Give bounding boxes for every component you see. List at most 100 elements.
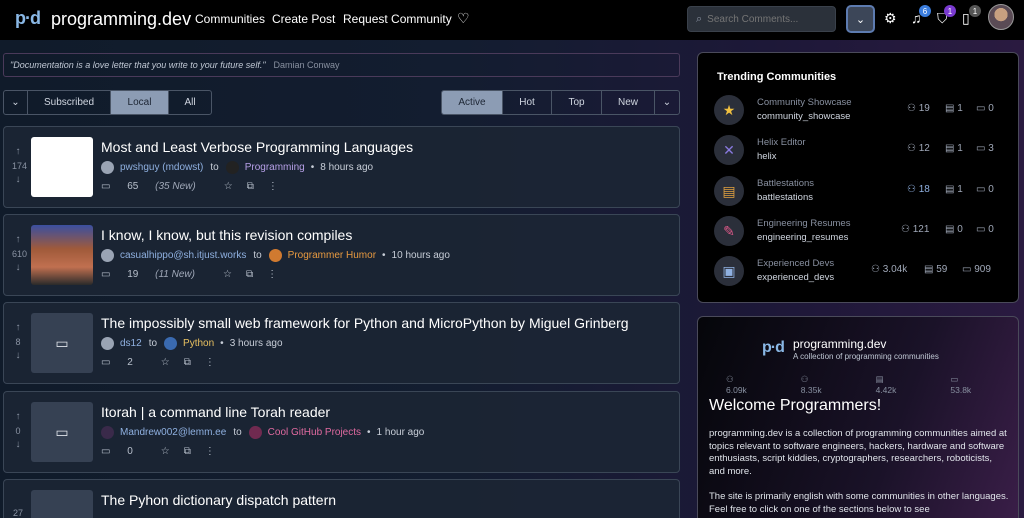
community-icon <box>225 161 239 174</box>
trending-item[interactable]: ✕ Helix Editor helix ⚇ 12 ▤ 1 ▭ 3 <box>714 134 1004 170</box>
sort-active[interactable]: Active <box>442 91 503 114</box>
post-card: ↑ 174 ↓ Most and Least Verbose Programmi… <box>3 126 680 208</box>
community-name[interactable]: Community Showcase <box>757 97 852 108</box>
comments-stat: ▭ 53.8k <box>950 374 972 395</box>
save-star-icon[interactable]: ☆ <box>161 357 170 368</box>
users-stat: ⚇ 6.09k <box>726 374 747 395</box>
comments-link[interactable]: ▭ 2 <box>101 357 147 368</box>
listing-all[interactable]: All <box>169 91 211 114</box>
post-thumbnail[interactable]: ▭ <box>31 313 93 373</box>
comments-link[interactable]: ▭ 19 (11 New) <box>101 269 209 280</box>
post-thumbnail[interactable] <box>31 225 93 285</box>
site-logo[interactable]: p·d <box>15 8 41 29</box>
post-thumbnail[interactable]: ▭ <box>31 402 93 462</box>
crosspost-icon[interactable]: ⧉ <box>247 181 254 192</box>
post-score: 610 <box>12 249 28 259</box>
save-star-icon[interactable]: ☆ <box>161 446 170 457</box>
listing-local[interactable]: Local <box>111 91 169 114</box>
post-author[interactable]: ds12 <box>120 338 142 349</box>
crosspost-icon[interactable]: ⧉ <box>184 446 191 457</box>
more-options-icon[interactable]: ⋮ <box>205 446 215 457</box>
post-community[interactable]: Programmer Humor <box>288 250 376 261</box>
site-name-link[interactable]: programming.dev <box>51 9 191 30</box>
post-community[interactable]: Programming <box>245 162 305 173</box>
sort-top[interactable]: Top <box>552 91 602 114</box>
community-name[interactable]: Experienced Devs <box>757 258 834 269</box>
trending-item[interactable]: ★ Community Showcase community_showcase … <box>714 94 1004 130</box>
posts-count: ▤ 1 <box>945 103 963 114</box>
crosspost-icon[interactable]: ⧉ <box>246 269 253 280</box>
post-title[interactable]: Itorah | a command line Torah reader <box>101 404 330 420</box>
upvote-arrow-icon[interactable]: ↑ <box>12 145 24 159</box>
upvote-arrow-icon[interactable]: ↑ <box>12 233 24 247</box>
reports-badge: 1 <box>944 5 956 17</box>
chevron-down-icon: ⌄ <box>11 97 20 108</box>
helix-icon: ✕ <box>714 135 744 165</box>
save-star-icon[interactable]: ☆ <box>223 269 232 280</box>
post-title[interactable]: The impossibly small web framework for P… <box>101 315 629 331</box>
about-paragraph: The site is primarily english with some … <box>709 491 1009 515</box>
post-title[interactable]: I know, I know, but this revision compil… <box>101 227 352 243</box>
search-dropdown-button[interactable]: ⌄ <box>846 5 875 33</box>
chevron-down-icon: ⌄ <box>855 13 866 26</box>
more-options-icon[interactable]: ⋮ <box>205 357 215 368</box>
about-paragraph: programming.dev is a collection of progr… <box>709 428 1007 477</box>
post-thumbnail[interactable] <box>31 490 93 518</box>
separator-dot: • <box>367 427 371 438</box>
more-options-icon[interactable]: ⋮ <box>268 181 278 192</box>
nav-create-post[interactable]: Create Post <box>272 12 335 26</box>
more-options-icon[interactable]: ⋮ <box>267 269 277 280</box>
post-author[interactable]: casualhippo@sh.itjust.works <box>120 250 246 261</box>
community-name[interactable]: Battlestations <box>757 178 814 189</box>
trending-item[interactable]: ▣ Experienced Devs experienced_devs ⚇ 3.… <box>714 255 1004 291</box>
vote-column: ↑ 174 ↓ <box>12 145 27 187</box>
upvote-arrow-icon[interactable]: ↑ <box>12 321 24 335</box>
community-name[interactable]: Engineering Resumes <box>757 218 850 229</box>
trending-item[interactable]: ▤ Battlestations battlestations ⚇ 18 ▤ 1… <box>714 175 1004 211</box>
crosspost-icon[interactable]: ⧉ <box>184 357 191 368</box>
notifications-badge: 6 <box>919 5 931 17</box>
nav-communities[interactable]: Communities <box>195 12 265 26</box>
post-author[interactable]: pwshguy (mdowst) <box>120 162 203 173</box>
active-users-stat: ⚇ 8.35k <box>800 374 822 395</box>
sort-new[interactable]: New <box>602 91 655 114</box>
posts-count: ▤ 1 <box>945 184 963 195</box>
post-community[interactable]: Cool GitHub Projects <box>268 427 361 438</box>
comments-link[interactable]: ▭ 65 (35 New) <box>101 181 210 192</box>
downvote-arrow-icon[interactable]: ↓ <box>12 173 24 187</box>
community-slug: helix <box>757 151 777 162</box>
post-title[interactable]: Most and Least Verbose Programming Langu… <box>101 139 413 155</box>
settings-gear-icon[interactable]: ⚙ <box>884 10 897 27</box>
downvote-arrow-icon[interactable]: ↓ <box>12 261 24 275</box>
users-count: ⚇ 12 <box>907 143 930 154</box>
community-name[interactable]: Helix Editor <box>757 137 806 148</box>
site-stats: ⚇ 6.09k ⚇ 8.35k ▤ 4.42k ▭ 53.8k ▯ 148 <box>726 374 1024 395</box>
community-slug: experienced_devs <box>757 272 835 283</box>
post-title[interactable]: The Pyhon dictionary dispatch pattern <box>101 492 336 508</box>
search-input[interactable] <box>707 13 818 25</box>
sort-dropdown-button[interactable]: ⌄ <box>655 91 679 114</box>
trending-item[interactable]: ✎ Engineering Resumes engineering_resume… <box>714 215 1004 251</box>
post-time: 10 hours ago <box>391 250 450 261</box>
user-avatar[interactable] <box>988 4 1014 30</box>
nav-request-community[interactable]: Request Community <box>343 12 452 26</box>
site-description: A collection of programming communities <box>793 352 939 361</box>
upvote-arrow-icon[interactable]: ↑ <box>12 410 24 424</box>
chevron-down-icon: ⌄ <box>662 97 672 108</box>
post-meta: Mandrew002@lemm.ee to Cool GitHub Projec… <box>101 426 424 439</box>
post-thumbnail[interactable] <box>31 137 93 197</box>
downvote-arrow-icon[interactable]: ↓ <box>12 438 24 452</box>
comments-count: ▭ 0 <box>976 184 994 195</box>
listing-subscribed[interactable]: Subscribed <box>28 91 111 114</box>
to-label: to <box>233 427 242 438</box>
battlestations-icon: ▤ <box>714 176 744 206</box>
sort-hot[interactable]: Hot <box>503 91 552 114</box>
downvote-arrow-icon[interactable]: ↓ <box>12 349 24 363</box>
comments-link[interactable]: ▭ 0 <box>101 446 147 457</box>
donate-heart-icon[interactable]: ♡ <box>457 10 470 27</box>
post-author[interactable]: Mandrew002@lemm.ee <box>120 427 226 438</box>
post-community[interactable]: Python <box>183 338 214 349</box>
listing-dropdown-button[interactable]: ⌄ <box>4 91 28 114</box>
save-star-icon[interactable]: ☆ <box>224 181 233 192</box>
to-label: to <box>148 338 158 349</box>
